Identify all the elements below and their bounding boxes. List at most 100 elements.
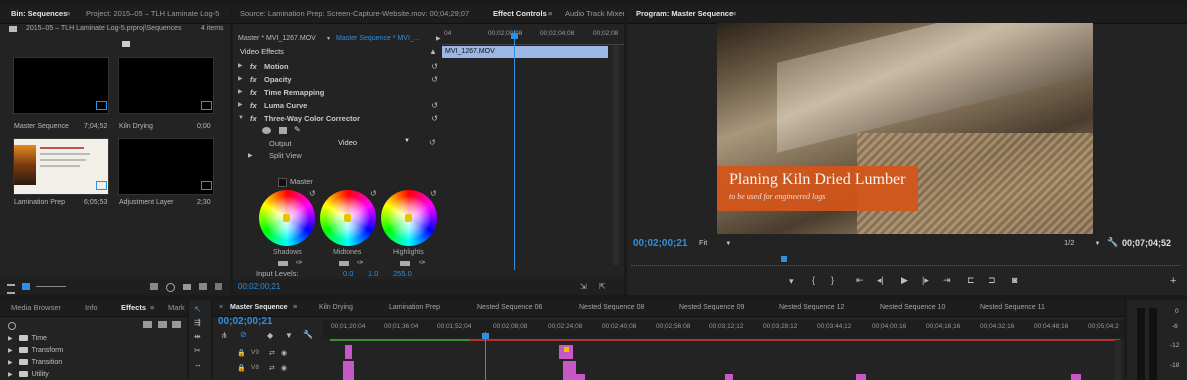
timeline-ruler[interactable]: 00;01;20;04 00;01;36;04 00;01;52;04 00;0… bbox=[323, 320, 1124, 338]
add-marker-icon[interactable]: ◆ bbox=[267, 331, 273, 340]
add-marker-icon[interactable]: ▾ bbox=[789, 276, 794, 287]
effect-three-way-color-corrector[interactable]: ▼ fx Three-Way Color Corrector ↺ bbox=[233, 112, 438, 125]
seq-tab[interactable]: Kiln Drying bbox=[319, 300, 353, 316]
play-clip-icon[interactable]: ▶ bbox=[436, 35, 441, 42]
timeline-clip[interactable] bbox=[343, 361, 354, 380]
ec-playhead-handle[interactable] bbox=[511, 33, 518, 39]
tab-project[interactable]: Project: 2015–05 – TLH Laminate Log-5 bbox=[86, 5, 219, 23]
search-icon[interactable] bbox=[166, 283, 175, 292]
fit-select[interactable]: Fit ▼ bbox=[699, 238, 731, 247]
shadows-wheel-handle[interactable] bbox=[283, 214, 290, 222]
ripple-edit-tool-icon[interactable]: ⇹ bbox=[194, 332, 201, 341]
seq-tab[interactable]: Nested Sequence 06 bbox=[477, 300, 542, 316]
seq-tab[interactable]: Nested Sequence 12 bbox=[779, 300, 844, 316]
lock-icon[interactable]: 🔒 bbox=[237, 349, 246, 357]
tab-markers[interactable]: Mark bbox=[168, 300, 185, 316]
pen-mask-icon[interactable]: ✎ bbox=[294, 125, 301, 134]
reset-icon[interactable]: ↺ bbox=[431, 60, 438, 73]
ec-scrollbar[interactable] bbox=[613, 45, 619, 265]
input-level-gray[interactable]: 1.0 bbox=[368, 269, 378, 278]
thumb-lamination-prep[interactable] bbox=[13, 138, 109, 195]
wrench-icon[interactable]: 🔧 bbox=[1107, 237, 1118, 248]
output-reset-icon[interactable]: ↺ bbox=[429, 138, 436, 147]
timeline-scrollbar[interactable] bbox=[1115, 340, 1121, 380]
lock-icon[interactable]: 🔒 bbox=[237, 364, 246, 372]
thumb-kiln-drying[interactable] bbox=[118, 57, 214, 114]
new-item-icon[interactable] bbox=[150, 283, 158, 290]
program-scrubber[interactable] bbox=[631, 259, 1181, 266]
razor-tool-icon[interactable]: ✂ bbox=[194, 346, 201, 355]
list-view-icon[interactable] bbox=[7, 284, 15, 294]
go-to-out-icon[interactable]: ⇥ bbox=[943, 275, 951, 286]
resolution-select[interactable]: 1/2 ▼ bbox=[1064, 238, 1100, 247]
expand-icon[interactable]: ▶ bbox=[238, 73, 243, 86]
effect-motion[interactable]: ▶ fx Motion ↺ bbox=[233, 60, 438, 73]
highlights-reset-icon[interactable]: ↺ bbox=[430, 189, 437, 198]
shadows-reset-icon[interactable]: ↺ bbox=[309, 189, 316, 198]
midtones-wheel-handle[interactable] bbox=[344, 214, 351, 222]
seq-tab[interactable]: Lamination Prep bbox=[389, 300, 440, 316]
thumb-adjustment-layer[interactable] bbox=[118, 138, 214, 195]
thumb-master-sequence[interactable] bbox=[13, 57, 109, 114]
dropdown-arrow-icon[interactable]: ▾ bbox=[327, 35, 330, 42]
marker-icon[interactable]: ▼ bbox=[285, 331, 293, 340]
tab-menu-icon[interactable]: ≡ bbox=[548, 5, 552, 23]
mark-out-icon[interactable]: } bbox=[831, 275, 834, 285]
rect-mask-icon[interactable] bbox=[279, 127, 287, 134]
fx-icon[interactable]: fx bbox=[250, 86, 257, 99]
seq-tab-master[interactable]: Master Sequence bbox=[230, 300, 288, 316]
master-checkbox[interactable] bbox=[278, 178, 287, 187]
camera-icon[interactable]: ◙ bbox=[1012, 275, 1017, 285]
input-level-white[interactable]: 255.0 bbox=[393, 269, 412, 278]
eye-icon[interactable]: ◉ bbox=[281, 349, 287, 357]
export-icon[interactable]: ⇲ bbox=[580, 282, 587, 291]
icon-view-icon[interactable] bbox=[22, 283, 30, 290]
32bit-effects-icon[interactable] bbox=[158, 321, 167, 328]
tab-media-browser[interactable]: Media Browser bbox=[11, 300, 61, 316]
timeline-clip[interactable] bbox=[575, 374, 585, 380]
timeline-clip[interactable] bbox=[725, 374, 733, 380]
yuv-effects-icon[interactable] bbox=[172, 321, 181, 328]
tab-menu-icon[interactable]: ≡ bbox=[150, 300, 154, 316]
eye-icon[interactable]: ◉ bbox=[281, 364, 287, 372]
zoom-slider[interactable] bbox=[36, 286, 66, 287]
tab-effects[interactable]: Effects bbox=[121, 300, 146, 316]
expand-icon[interactable]: ▶ bbox=[8, 372, 13, 378]
expand-icon[interactable]: ▶ bbox=[8, 336, 13, 342]
tab-bin-sequences[interactable]: Bin: Sequences bbox=[11, 5, 67, 23]
output-select[interactable]: Video ▼ bbox=[338, 138, 410, 149]
wrench-icon[interactable]: 🔧 bbox=[303, 330, 313, 339]
extract-icon[interactable]: ⊐ bbox=[988, 275, 996, 286]
play-icon[interactable]: ▶ bbox=[901, 275, 908, 286]
reset-icon[interactable]: ↺ bbox=[431, 112, 438, 125]
master-clip-label[interactable]: Master * MVI_1267.MOV bbox=[238, 35, 316, 42]
snap-icon[interactable]: ⋔ bbox=[221, 331, 228, 340]
fx-icon[interactable]: fx bbox=[250, 60, 257, 73]
ec-timecode[interactable]: 00;02;00;21 bbox=[238, 282, 280, 291]
expand-icon[interactable]: ▶ bbox=[8, 360, 13, 366]
highlights-swatch[interactable] bbox=[400, 261, 410, 266]
seq-tab[interactable]: Nested Sequence 10 bbox=[880, 300, 945, 316]
effects-folder-transition[interactable]: ▶ Transition bbox=[8, 357, 62, 369]
expand-icon[interactable]: ▶ bbox=[8, 348, 13, 354]
shadows-swatch[interactable] bbox=[278, 261, 288, 266]
highlights-wheel-handle[interactable] bbox=[405, 214, 412, 222]
selection-tool-icon[interactable]: ↖ bbox=[194, 304, 202, 315]
slip-tool-icon[interactable]: ↔ bbox=[194, 360, 202, 369]
lift-icon[interactable]: ⊏ bbox=[967, 275, 975, 286]
expand-icon[interactable]: ▶ bbox=[248, 152, 253, 159]
tab-menu-icon[interactable]: ≡ bbox=[732, 5, 736, 23]
timeline-playhead-handle[interactable] bbox=[482, 333, 489, 339]
effect-opacity[interactable]: ▶ fx Opacity ↺ bbox=[233, 73, 438, 86]
seq-tab-close-icon[interactable]: × bbox=[219, 300, 223, 316]
step-forward-icon[interactable]: |▸ bbox=[922, 275, 929, 286]
timeline-playhead[interactable] bbox=[485, 332, 486, 380]
input-level-black[interactable]: 0.0 bbox=[343, 269, 353, 278]
fx-icon[interactable]: fx bbox=[250, 73, 257, 86]
program-playhead[interactable] bbox=[781, 256, 787, 262]
mark-in-icon[interactable]: { bbox=[812, 275, 815, 285]
go-to-in-icon[interactable]: ⇤ bbox=[856, 275, 864, 286]
eyedropper-icon[interactable]: ✑ bbox=[296, 258, 303, 267]
reset-icon[interactable]: ↺ bbox=[431, 99, 438, 112]
fx-icon[interactable]: fx bbox=[250, 99, 257, 112]
